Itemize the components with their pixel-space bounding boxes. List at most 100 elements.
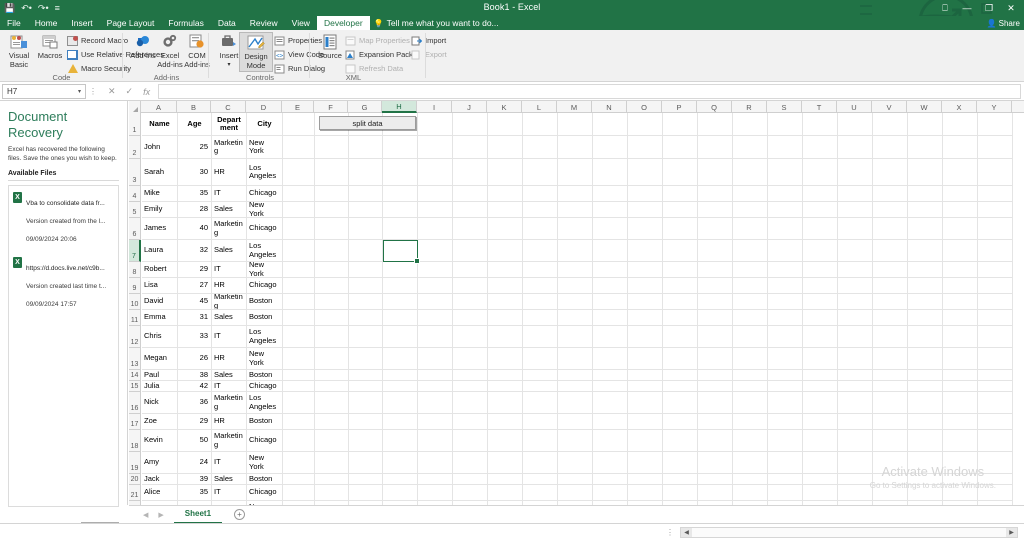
cell-N11[interactable] [593,310,628,326]
row-header-17[interactable]: 17 [129,414,141,430]
column-header-Q[interactable]: Q [697,101,732,113]
cell-U14[interactable] [838,370,873,381]
tab-file[interactable]: File [0,16,28,30]
cell-C9[interactable]: HR [212,278,247,294]
cell-D7[interactable]: Los Angeles [247,240,283,262]
cell-F5[interactable] [315,202,349,218]
cell-A10[interactable]: David [142,294,178,310]
cell-C3[interactable]: HR [212,159,247,186]
insert-dropdown-caret[interactable]: ▾ [227,61,230,70]
cell-E13[interactable] [283,348,315,370]
cell-A13[interactable]: Megan [142,348,178,370]
cell-Y21[interactable] [978,485,1013,501]
cell-A20[interactable]: Jack [142,474,178,485]
cell-F20[interactable] [315,474,349,485]
cell-V12[interactable] [873,326,908,348]
row-header-10[interactable]: 10 [129,294,141,310]
cell-E15[interactable] [283,381,315,392]
cell-I8[interactable] [418,262,453,278]
cell-V10[interactable] [873,294,908,310]
cell-G15[interactable] [349,381,383,392]
cell-G7[interactable] [349,240,383,262]
cell-X14[interactable] [943,370,978,381]
column-header-X[interactable]: X [942,101,977,113]
row-header-4[interactable]: 4 [129,186,141,202]
cell-K20[interactable] [488,474,523,485]
cell-K15[interactable] [488,381,523,392]
cell-M14[interactable] [558,370,593,381]
column-header-L[interactable]: L [522,101,557,113]
cell-D18[interactable]: Chicago [247,430,283,452]
window-controls[interactable]: ⎕ — ❐ ✕ [934,0,1022,16]
cell-I10[interactable] [418,294,453,310]
cell-F16[interactable] [315,392,349,414]
cell-C8[interactable]: IT [212,262,247,278]
cell-E9[interactable] [283,278,315,294]
cell-X21[interactable] [943,485,978,501]
cell-D8[interactable]: New York [247,262,283,278]
cell-D9[interactable]: Chicago [247,278,283,294]
cell-L14[interactable] [523,370,558,381]
column-header-O[interactable]: O [627,101,662,113]
tab-review[interactable]: Review [243,16,285,30]
cell-A3[interactable]: Sarah [142,159,178,186]
cell-C2[interactable]: Marketing [212,136,247,159]
cell-P10[interactable] [663,294,698,310]
cell-Y4[interactable] [978,186,1013,202]
cell-A7[interactable]: Laura [142,240,178,262]
cell-R4[interactable] [733,186,768,202]
cell-Y1[interactable] [978,113,1013,136]
cell-B14[interactable]: 38 [178,370,212,381]
column-header-G[interactable]: G [348,101,382,113]
cell-Q1[interactable] [698,113,733,136]
cell-R16[interactable] [733,392,768,414]
cell-S2[interactable] [768,136,803,159]
cell-H16[interactable] [383,392,418,414]
cell-N2[interactable] [593,136,628,159]
cell-J2[interactable] [453,136,488,159]
cell-L5[interactable] [523,202,558,218]
cell-G19[interactable] [349,452,383,474]
cell-H19[interactable] [383,452,418,474]
cell-L19[interactable] [523,452,558,474]
cell-S15[interactable] [768,381,803,392]
cell-O6[interactable] [628,218,663,240]
cell-W13[interactable] [908,348,943,370]
cell-G9[interactable] [349,278,383,294]
tab-home[interactable]: Home [28,16,65,30]
row-header-6[interactable]: 6 [129,218,141,240]
cell-R17[interactable] [733,414,768,430]
cell-V6[interactable] [873,218,908,240]
cell-E2[interactable] [283,136,315,159]
cell-G6[interactable] [349,218,383,240]
cell-M16[interactable] [558,392,593,414]
cell-A4[interactable]: Mike [142,186,178,202]
cell-N14[interactable] [593,370,628,381]
cell-O15[interactable] [628,381,663,392]
cell-Q12[interactable] [698,326,733,348]
cell-N12[interactable] [593,326,628,348]
cell-F14[interactable] [315,370,349,381]
cell-N4[interactable] [593,186,628,202]
cell-A11[interactable]: Emma [142,310,178,326]
cell-J12[interactable] [453,326,488,348]
cell-I1[interactable] [418,113,453,136]
scroll-left-icon[interactable]: ◀ [681,528,692,537]
column-header-F[interactable]: F [314,101,348,113]
cell-Q16[interactable] [698,392,733,414]
cell-X9[interactable] [943,278,978,294]
cell-T20[interactable] [803,474,838,485]
scroll-track[interactable]: ◀ ▶ [680,527,1018,538]
cell-B20[interactable]: 39 [178,474,212,485]
cell-I4[interactable] [418,186,453,202]
cell-J16[interactable] [453,392,488,414]
cell-T17[interactable] [803,414,838,430]
cell-P18[interactable] [663,430,698,452]
cell-Y10[interactable] [978,294,1013,310]
cell-E21[interactable] [283,485,315,501]
row-header-16[interactable]: 16 [129,392,141,414]
cell-M3[interactable] [558,159,593,186]
cell-Y15[interactable] [978,381,1013,392]
cell-U4[interactable] [838,186,873,202]
cell-Y3[interactable] [978,159,1013,186]
